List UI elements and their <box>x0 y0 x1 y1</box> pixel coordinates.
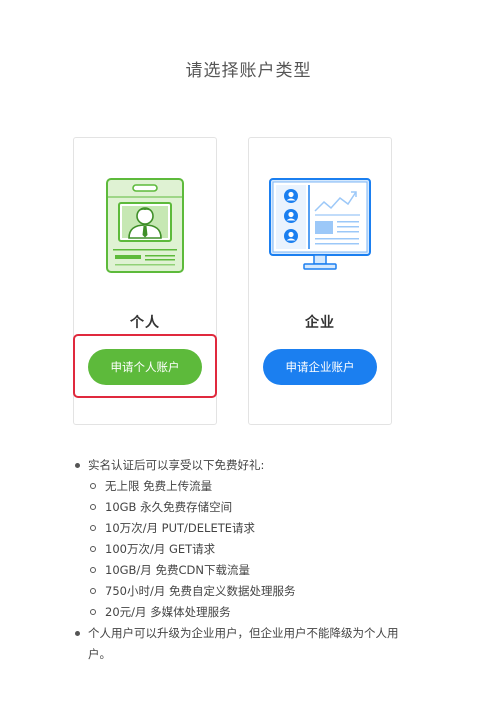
benefit-item: 10GB/月 免费CDN下载流量 <box>88 560 402 581</box>
benefit-item: 20元/月 多媒体处理服务 <box>88 602 402 623</box>
benefits-intro: 实名认证后可以享受以下免费好礼: <box>88 458 265 472</box>
id-badge-icon <box>74 178 216 274</box>
benefit-item: 无上限 免费上传流量 <box>88 476 402 497</box>
benefit-item: 10万次/月 PUT/DELETE请求 <box>88 518 402 539</box>
benefit-item: 750小时/月 免费自定义数据处理服务 <box>88 581 402 602</box>
enterprise-account-button[interactable]: 申请企业账户 <box>263 349 377 385</box>
benefits-list: 实名认证后可以享受以下免费好礼: 无上限 免费上传流量 10GB 永久免费存储空… <box>72 455 402 665</box>
enterprise-card-title: 企业 <box>305 315 335 331</box>
benefit-item: 10GB 永久免费存储空间 <box>88 497 402 518</box>
personal-account-card[interactable]: 个人 申请个人账户 <box>73 137 217 425</box>
page-title: 请选择账户类型 <box>185 61 312 81</box>
benefit-item: 100万次/月 GET请求 <box>88 539 402 560</box>
upgrade-note: 个人用户可以升级为企业用户，但企业用户不能降级为个人用户。 <box>72 623 402 665</box>
benefits-intro-item: 实名认证后可以享受以下免费好礼: 无上限 免费上传流量 10GB 永久免费存储空… <box>72 455 402 623</box>
personal-account-button[interactable]: 申请个人账户 <box>88 349 202 385</box>
personal-card-title: 个人 <box>130 315 160 331</box>
enterprise-account-card[interactable]: 企业 申请企业账户 <box>248 137 392 425</box>
monitor-dashboard-icon <box>249 178 391 274</box>
